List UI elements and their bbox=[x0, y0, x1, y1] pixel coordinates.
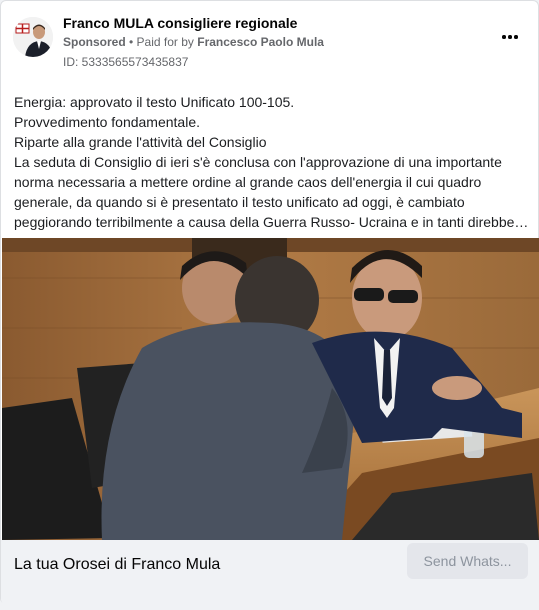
post-text: Energia: approvato il testo Unificato 10… bbox=[14, 92, 529, 232]
post-line: Provvedimento fondamentale. bbox=[14, 114, 200, 130]
separator: • bbox=[125, 35, 137, 49]
more-horizontal-icon bbox=[502, 35, 506, 39]
send-whatsapp-button[interactable]: Send Whats... bbox=[407, 543, 528, 579]
sponsored-line: Sponsored • Paid for by Francesco Paolo … bbox=[63, 35, 324, 49]
ad-footer[interactable]: La tua Orosei di Franco Mula Send Whats.… bbox=[1, 540, 539, 605]
more-options-button[interactable] bbox=[496, 27, 524, 47]
post-line: Riparte alla grande l'attività del Consi… bbox=[14, 134, 267, 150]
post-line: Energia: approvato il testo Unificato 10… bbox=[14, 94, 295, 110]
paid-for-name: Francesco Paolo Mula bbox=[197, 35, 324, 49]
link-title[interactable]: La tua Orosei di Franco Mula bbox=[14, 556, 220, 574]
post-line: La seduta di Consiglio di ieri s'è concl… bbox=[14, 154, 502, 170]
post-photo[interactable] bbox=[2, 238, 539, 540]
ad-id: ID: 5333565573435837 bbox=[63, 55, 189, 69]
paid-for-prefix: Paid for by bbox=[136, 35, 198, 49]
page-name[interactable]: Franco MULA consigliere regionale bbox=[63, 15, 297, 31]
ad-card: Franco MULA consigliere regionale Sponso… bbox=[0, 0, 539, 605]
post-line: generale, da quando si è presentato il t… bbox=[14, 194, 465, 210]
post-header: Franco MULA consigliere regionale Sponso… bbox=[13, 15, 528, 71]
post-line-truncated[interactable]: peggiorando terribilmente a causa della … bbox=[14, 212, 529, 232]
post-line: norma necessaria a mettere ordine al gra… bbox=[14, 174, 482, 190]
sponsored-label: Sponsored bbox=[63, 35, 126, 49]
page-avatar[interactable] bbox=[13, 17, 53, 57]
